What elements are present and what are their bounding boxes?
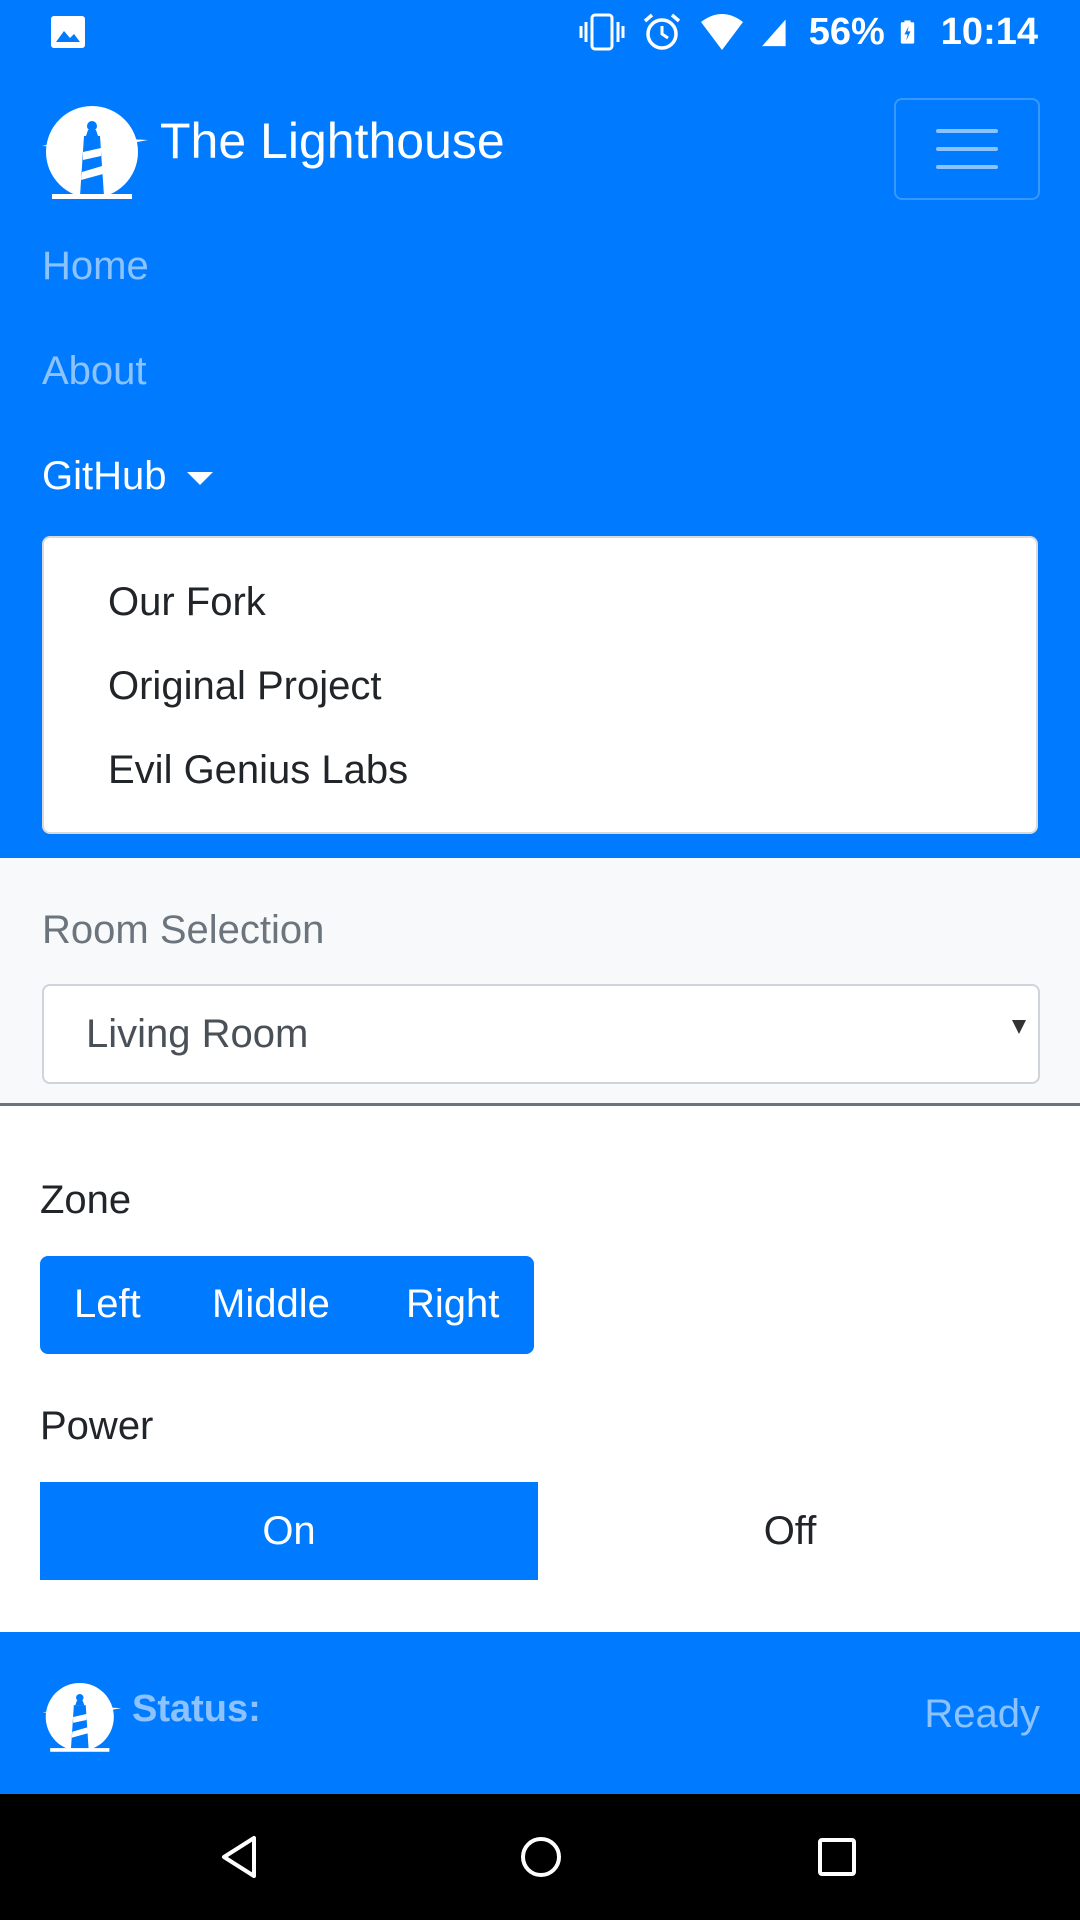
status-label: Status: [132,1688,261,1730]
hamburger-icon-bar [936,129,998,133]
room-select[interactable]: Living Room [42,984,1040,1084]
navbar-toggler-button[interactable] [894,98,1040,200]
nav-link-about[interactable]: About [42,349,147,394]
clock: 10:14 [940,10,1038,53]
home-icon[interactable] [516,1832,566,1882]
nav-link-home[interactable]: Home [42,244,149,289]
battery-percent: 56% [808,10,885,53]
room-selection-label: Room Selection [42,908,325,952]
nav-link-github-label: GitHub [42,454,167,498]
status-bar: 56% 10:14 [0,0,1080,64]
signal-icon [761,19,786,47]
gallery-icon [51,16,85,48]
lighthouse-logo-icon [42,1682,122,1752]
room-selection-panel: Room Selection Living Room [0,858,1080,1106]
brand-title[interactable]: The Lighthouse [160,112,505,170]
dropdown-item-evil-genius-labs[interactable]: Evil Genius Labs [108,748,408,793]
zone-right-button[interactable]: Right [406,1282,499,1327]
power-on-button[interactable]: On [40,1482,538,1580]
dropdown-item-our-fork[interactable]: Our Fork [108,580,266,625]
dropdown-item-original-project[interactable]: Original Project [108,664,381,709]
nav-link-github[interactable]: GitHub [42,454,213,499]
battery-charging-icon [900,20,915,44]
hamburger-icon-bar [936,147,998,151]
system-navigation-bar [0,1794,1080,1920]
zone-left-button[interactable]: Left [74,1282,141,1327]
wifi-icon [700,14,743,50]
status-footer: Status: Ready [0,1632,1080,1794]
caret-down-icon [186,472,213,485]
select-arrow-icon [1012,1020,1026,1034]
status-value: Ready [924,1692,1040,1736]
power-off-button[interactable]: Off [540,1482,1040,1580]
github-dropdown-menu: Our Fork Original Project Evil Genius La… [42,536,1038,834]
navbar: The Lighthouse Home About GitHub Our For… [0,64,1080,858]
zone-label: Zone [40,1178,132,1222]
room-select-value: Living Room [86,1012,309,1056]
power-label: Power [40,1404,154,1448]
back-icon[interactable] [216,1832,266,1882]
lighthouse-logo-icon[interactable] [42,102,148,202]
vibrate-icon [579,13,625,51]
hamburger-icon-bar [936,165,998,169]
zone-button-group: Left Middle Right [40,1256,534,1354]
zone-middle-button[interactable]: Middle [212,1282,330,1327]
alarm-icon [643,13,680,50]
recent-apps-icon[interactable] [812,1832,862,1882]
